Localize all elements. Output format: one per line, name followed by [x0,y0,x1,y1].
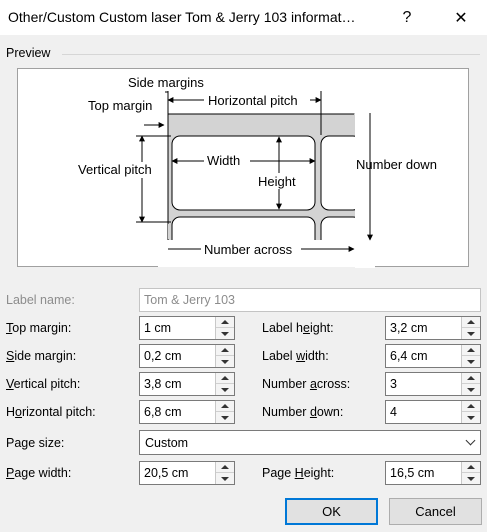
horizontal-pitch-field-label: Horizontal pitch: [6,405,96,419]
side-margin-field-label: Side margin: [6,349,77,363]
side-margins-label: Side margins [128,75,204,90]
preview-panel: Horizontal pitch Side margins Top margin… [17,68,469,268]
label-height-decrease-button[interactable] [462,328,480,339]
page-size-value: Custom [145,436,189,450]
width-label: Width [207,153,240,168]
number-across-input[interactable] [386,373,461,395]
close-button[interactable]: ✕ [438,0,484,35]
number-across-spinner[interactable] [385,372,481,396]
number-down-decrease-button[interactable] [462,412,480,423]
vertical-pitch-spinner[interactable] [139,372,235,396]
label-width-spinner[interactable] [385,344,481,368]
label-width-field-label: Label width: [262,349,329,363]
height-label: Height [258,174,296,189]
label-height-spinner[interactable] [385,316,481,340]
page-width-increase-button[interactable] [216,462,234,473]
number-down-label: Number down [356,157,437,172]
number-down-spinner[interactable] [385,400,481,424]
horizontal-pitch-label: Horizontal pitch [208,93,298,108]
preview-section-divider [62,54,480,55]
top-margin-spinner[interactable] [139,316,235,340]
label-name-field [139,288,481,312]
page-width-field-label: Page width: [6,466,72,480]
page-width-spinner[interactable] [139,461,235,485]
preview-section-label: Preview [6,46,51,60]
top-margin-decrease-button[interactable] [216,328,234,339]
number-across-field-label: Number across: [262,377,351,391]
number-across-label: Number across [204,242,293,257]
page-width-input[interactable] [140,462,215,484]
page-height-field-label: Page Height: [262,466,335,480]
number-across-increase-button[interactable] [462,373,480,384]
chevron-down-icon[interactable] [460,431,480,454]
vertical-pitch-input[interactable] [140,373,215,395]
label-height-input[interactable] [386,317,461,339]
page-size-field-label: Page size: [6,436,65,450]
page-height-input[interactable] [386,462,461,484]
top-margin-label: Top margin [88,98,152,113]
label-name-input [140,289,470,311]
label-layout-diagram: Horizontal pitch Side margins Top margin… [76,75,437,268]
label-height-increase-button[interactable] [462,317,480,328]
label-width-input[interactable] [386,345,461,367]
ok-button[interactable]: OK [285,498,378,525]
label-width-increase-button[interactable] [462,345,480,356]
top-margin-field-label: Top margin: [6,321,72,335]
top-margin-increase-button[interactable] [216,317,234,328]
number-down-field-label: Number down: [262,405,344,419]
number-across-decrease-button[interactable] [462,384,480,395]
side-margin-increase-button[interactable] [216,345,234,356]
help-button[interactable]: ? [384,0,430,35]
page-size-dropdown[interactable]: Custom [139,430,481,455]
page-height-spinner[interactable] [385,461,481,485]
horizontal-pitch-input[interactable] [140,401,215,423]
page-height-decrease-button[interactable] [462,473,480,484]
page-width-decrease-button[interactable] [216,473,234,484]
label-name-label: Label name: [6,293,75,307]
vertical-pitch-field-label: Vertical pitch: [6,377,81,391]
side-margin-decrease-button[interactable] [216,356,234,367]
title-bar: Other/Custom Custom laser Tom & Jerry 10… [0,0,487,35]
label-details-dialog: Other/Custom Custom laser Tom & Jerry 10… [0,0,487,532]
vertical-pitch-label: Vertical pitch [78,162,152,177]
top-margin-input[interactable] [140,317,215,339]
page-height-increase-button[interactable] [462,462,480,473]
label-height-field-label: Label height: [262,321,334,335]
horizontal-pitch-spinner[interactable] [139,400,235,424]
label-width-decrease-button[interactable] [462,356,480,367]
number-down-increase-button[interactable] [462,401,480,412]
cancel-button[interactable]: Cancel [389,498,482,525]
side-margin-input[interactable] [140,345,215,367]
horizontal-pitch-decrease-button[interactable] [216,412,234,423]
horizontal-pitch-increase-button[interactable] [216,401,234,412]
number-down-input[interactable] [386,401,461,423]
vertical-pitch-decrease-button[interactable] [216,384,234,395]
vertical-pitch-increase-button[interactable] [216,373,234,384]
window-title: Other/Custom Custom laser Tom & Jerry 10… [8,9,356,25]
side-margin-spinner[interactable] [139,344,235,368]
